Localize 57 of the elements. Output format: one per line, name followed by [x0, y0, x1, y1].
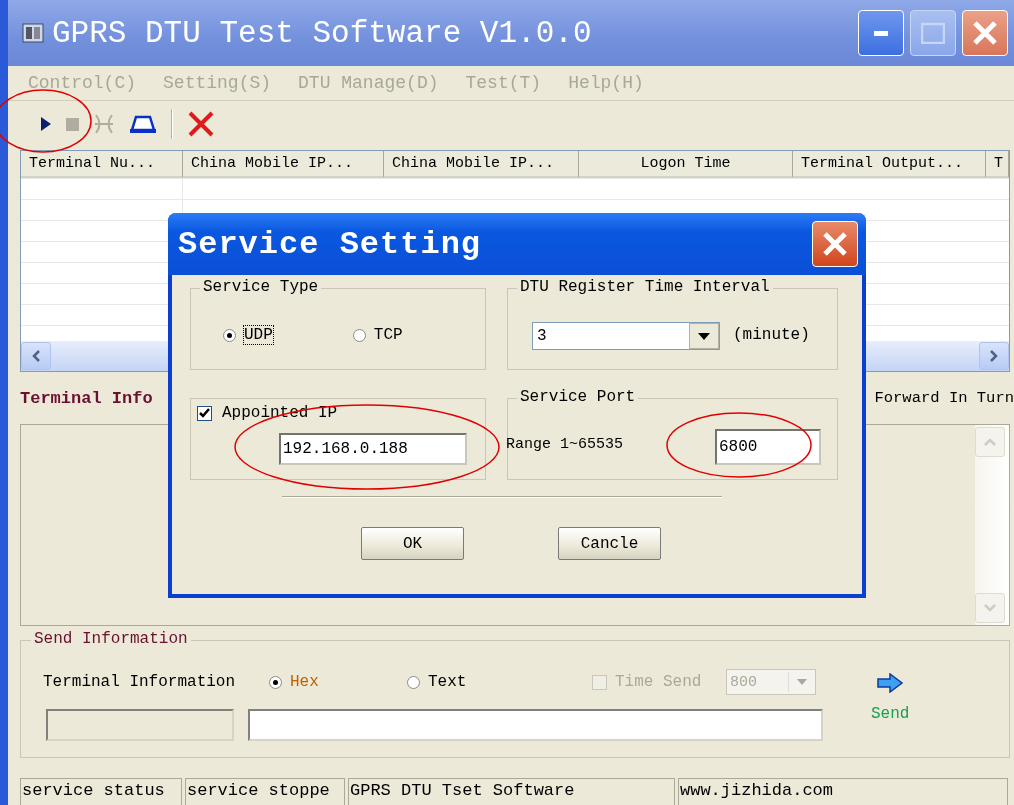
checkbox[interactable] — [197, 405, 212, 421]
chevron-down-icon — [984, 604, 996, 612]
input-field[interactable] — [46, 709, 234, 741]
dialog-button[interactable]: OK — [361, 527, 464, 560]
option-label: Text — [428, 673, 467, 691]
play-icon[interactable] — [40, 116, 52, 132]
minimize-button[interactable] — [858, 10, 904, 56]
group-title: Service Type — [200, 278, 322, 296]
close-icon — [822, 231, 848, 257]
chevron-left-icon — [32, 350, 40, 362]
ip-field[interactable]: 192.168.0.188 — [279, 433, 467, 465]
option-label: UDP — [244, 326, 273, 344]
interval-dropdown[interactable]: 3 — [532, 322, 720, 350]
status-text: service stoppe — [185, 778, 345, 805]
minimize-icon — [874, 30, 888, 36]
close-button[interactable] — [962, 10, 1008, 56]
dialog-button[interactable]: Cancle — [558, 527, 661, 560]
field-label: Terminal Information — [43, 673, 237, 691]
scroll-left-button[interactable] — [21, 342, 51, 370]
column-header[interactable]: China Mobile IP... — [384, 151, 579, 178]
status-text: www.jizhida.com — [678, 778, 1008, 805]
status-text: service status — [20, 778, 182, 805]
scroll-right-button[interactable] — [979, 342, 1009, 370]
dome-icon[interactable] — [129, 114, 157, 134]
column-header[interactable]: Terminal Nu... — [21, 151, 183, 178]
chevron-up-icon — [984, 438, 996, 446]
option-label: Hex — [290, 673, 319, 691]
close-icon — [972, 20, 998, 46]
column-header[interactable]: China Mobile IP... — [183, 151, 384, 178]
radio-button[interactable] — [407, 675, 420, 689]
column-header[interactable]: Logon Time — [579, 151, 793, 178]
input-field[interactable] — [248, 709, 823, 741]
maximize-icon — [921, 22, 945, 44]
app-icon — [20, 20, 46, 46]
checkmark-icon — [199, 408, 210, 418]
delete-icon[interactable] — [187, 110, 215, 138]
option-label: Time Send — [615, 673, 702, 691]
dropdown-arrow-icon — [698, 332, 710, 340]
radio-button[interactable] — [269, 675, 282, 689]
range-label: Range 1~65535 — [506, 436, 624, 453]
close-button[interactable] — [812, 221, 858, 267]
radio-button[interactable] — [223, 328, 236, 342]
window-title: GPRS DTU Test Software V1.0.0 — [52, 15, 593, 51]
chevron-right-icon — [990, 350, 998, 362]
option-label: TCP — [373, 326, 403, 344]
group-title: DTU Register Time Interval — [517, 278, 773, 296]
section-label: Forward In Turn — [874, 389, 1014, 407]
status-text: GPRS DTU Tset Software — [348, 778, 675, 805]
column-header[interactable]: Terminal Output... — [793, 151, 986, 178]
radio-button[interactable] — [352, 328, 366, 342]
port-field[interactable]: 6800 — [715, 429, 821, 465]
unit-label: (minute) — [733, 326, 810, 344]
dropdown-arrow-icon — [797, 679, 807, 685]
column-header[interactable]: T — [986, 151, 1009, 178]
arrow-right-icon — [876, 673, 905, 693]
dialog-title: Service Setting — [178, 225, 482, 263]
section-label: Terminal Info — [20, 388, 153, 408]
